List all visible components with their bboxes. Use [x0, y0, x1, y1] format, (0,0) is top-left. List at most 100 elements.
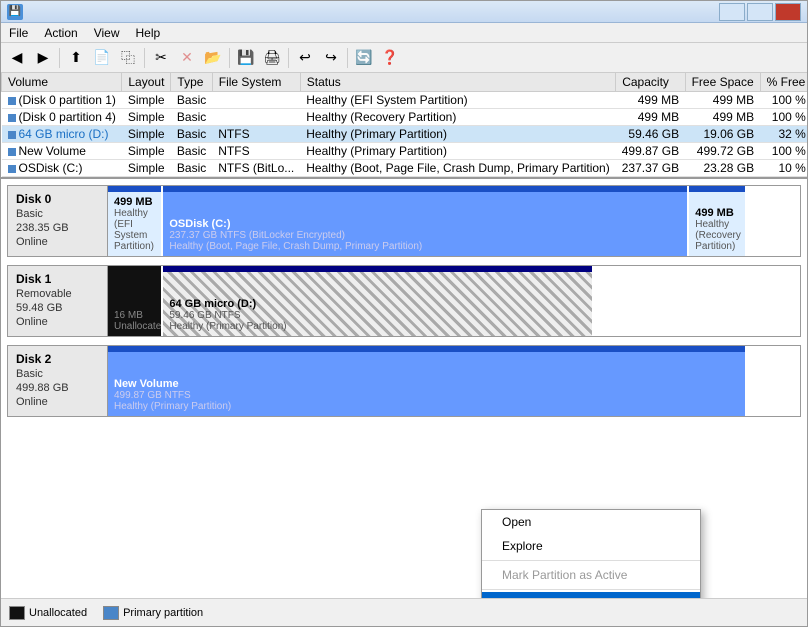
disk-icon — [8, 131, 16, 139]
tb-cut[interactable]: ✂ — [149, 46, 173, 70]
part-name: New Volume — [114, 378, 739, 390]
cell-capacity: 499.87 GB — [616, 143, 685, 160]
disk-name: Disk 2 — [16, 352, 99, 366]
table-row[interactable]: OSDisk (C:)SimpleBasicNTFS (BitLo...Heal… — [2, 160, 808, 177]
tb-delete[interactable]: ✕ — [175, 46, 199, 70]
cell-freespace: 23.28 GB — [685, 160, 760, 177]
maximize-button[interactable] — [747, 3, 773, 21]
cell-pctfree: 100 % — [760, 92, 807, 109]
partition[interactable]: New Volume 499.87 GB NTFS Healthy (Prima… — [108, 346, 745, 416]
disk-icon — [8, 97, 16, 105]
tb-help[interactable]: ❓ — [378, 46, 402, 70]
tb-open[interactable]: 📂 — [201, 46, 225, 70]
cell-layout: Simple — [122, 109, 171, 126]
cell-capacity: 59.46 GB — [616, 126, 685, 143]
disk-status: Online — [16, 396, 99, 408]
ctx-item-change-drive-letter-and-paths-[interactable]: Change Drive Letter and Paths... — [482, 592, 700, 598]
legend-unallocated-box — [9, 606, 25, 620]
cell-pctfree: 32 % — [760, 126, 807, 143]
table-row[interactable]: New VolumeSimpleBasicNTFSHealthy (Primar… — [2, 143, 808, 160]
col-header-fs[interactable]: File System — [212, 73, 300, 92]
part-status: Healthy (Boot, Page File, Crash Dump, Pr… — [169, 241, 681, 252]
tb-copy[interactable]: ⿻ — [116, 46, 140, 70]
disk-icon — [8, 148, 16, 156]
tb-print[interactable]: 🖨 — [260, 46, 284, 70]
status-bar: Unallocated Primary partition — [1, 598, 807, 626]
tb-forward[interactable]: ▶ — [31, 46, 55, 70]
cell-pctfree: 10 % — [760, 160, 807, 177]
cell-fs: NTFS — [212, 143, 300, 160]
cell-capacity: 237.37 GB — [616, 160, 685, 177]
menu-view[interactable]: View — [86, 24, 128, 42]
disk-subtype: Basic — [16, 208, 99, 220]
close-button[interactable] — [775, 3, 801, 21]
part-status: Healthy (Primary Partition) — [114, 401, 739, 412]
table-row[interactable]: 64 GB micro (D:)SimpleBasicNTFSHealthy (… — [2, 126, 808, 143]
cell-pctfree: 100 % — [760, 109, 807, 126]
part-name: OSDisk (C:) — [169, 218, 681, 230]
col-header-type[interactable]: Type — [171, 73, 212, 92]
tb-up[interactable]: ⬆ — [64, 46, 88, 70]
table-row[interactable]: (Disk 0 partition 4)SimpleBasicHealthy (… — [2, 109, 808, 126]
toolbar: ◀ ▶ ⬆ 📄 ⿻ ✂ ✕ 📂 💾 🖨 ↩ ↪ 🔄 ❓ — [1, 43, 807, 73]
disk-size: 238.35 GB — [16, 222, 99, 234]
partition[interactable]: OSDisk (C:) 237.37 GB NTFS (BitLocker En… — [163, 186, 689, 256]
ctx-item-open[interactable]: Open — [482, 510, 700, 534]
cell-fs — [212, 92, 300, 109]
partition-top-bar — [163, 266, 592, 272]
partition-top-bar — [108, 186, 161, 192]
cell-volume: (Disk 0 partition 1) — [2, 92, 122, 109]
partition[interactable]: 64 GB micro (D:) 59.46 GB NTFS Healthy (… — [163, 266, 592, 336]
minimize-button[interactable] — [719, 3, 745, 21]
tb-back[interactable]: ◀ — [5, 46, 29, 70]
tb-redo[interactable]: ↪ — [319, 46, 343, 70]
col-header-layout[interactable]: Layout — [122, 73, 171, 92]
disk-icon — [8, 114, 16, 122]
tb-sep-3 — [229, 48, 230, 68]
main-content: Volume Layout Type File System Status Ca… — [1, 73, 807, 598]
ctx-separator — [482, 589, 700, 590]
disk-label: Disk 2 Basic 499.88 GB Online — [8, 346, 108, 416]
part-detail: Healthy (Recovery Partition) — [695, 219, 738, 252]
col-header-status[interactable]: Status — [300, 73, 615, 92]
cell-fs: NTFS — [212, 126, 300, 143]
disk-partitions: New Volume 499.87 GB NTFS Healthy (Prima… — [108, 346, 800, 416]
col-header-capacity[interactable]: Capacity — [616, 73, 685, 92]
cell-capacity: 499 MB — [616, 92, 685, 109]
ctx-separator — [482, 560, 700, 561]
disk-size: 499.88 GB — [16, 382, 99, 394]
partition[interactable]: 499 MB Healthy (EFI System Partition) — [108, 186, 163, 256]
disk-status: Online — [16, 316, 99, 328]
volume-table: Volume Layout Type File System Status Ca… — [1, 73, 807, 177]
tb-save[interactable]: 💾 — [234, 46, 258, 70]
menu-help[interactable]: Help — [128, 24, 169, 42]
cell-volume: (Disk 0 partition 4) — [2, 109, 122, 126]
part-detail: 499.87 GB NTFS — [114, 390, 739, 401]
partition[interactable]: 499 MB Healthy (Recovery Partition) — [689, 186, 744, 256]
menu-action[interactable]: Action — [36, 24, 85, 42]
col-header-volume[interactable]: Volume — [2, 73, 122, 92]
disk-icon — [8, 165, 16, 173]
ctx-item-explore[interactable]: Explore — [482, 534, 700, 558]
cell-status: Healthy (Primary Partition) — [300, 126, 615, 143]
disk-label: Disk 1 Removable 59.48 GB Online — [8, 266, 108, 336]
legend-primary-label: Primary partition — [123, 607, 203, 619]
part-detail: 237.37 GB NTFS (BitLocker Encrypted) — [169, 230, 681, 241]
col-header-pctfree[interactable]: % Free — [760, 73, 807, 92]
tb-properties[interactable]: 📄 — [90, 46, 114, 70]
main-window: 💾 File Action View Help ◀ ▶ ⬆ 📄 ⿻ ✂ ✕ 📂 … — [0, 0, 808, 627]
partition[interactable]: 16 MB Unallocated — [108, 266, 163, 336]
tb-undo[interactable]: ↩ — [293, 46, 317, 70]
part-status: Healthy (Primary Partition) — [169, 321, 586, 332]
disk-row: Disk 0 Basic 238.35 GB Online 499 MB Hea… — [7, 185, 801, 257]
cell-capacity: 499 MB — [616, 109, 685, 126]
disk-row: Disk 1 Removable 59.48 GB Online 16 MB U… — [7, 265, 801, 337]
menu-file[interactable]: File — [1, 24, 36, 42]
tb-rescan[interactable]: 🔄 — [352, 46, 376, 70]
cell-type: Basic — [171, 160, 212, 177]
part-name: 499 MB — [114, 196, 155, 208]
cell-type: Basic — [171, 143, 212, 160]
col-header-freespace[interactable]: Free Space — [685, 73, 760, 92]
cell-status: Healthy (Boot, Page File, Crash Dump, Pr… — [300, 160, 615, 177]
table-row[interactable]: (Disk 0 partition 1)SimpleBasicHealthy (… — [2, 92, 808, 109]
